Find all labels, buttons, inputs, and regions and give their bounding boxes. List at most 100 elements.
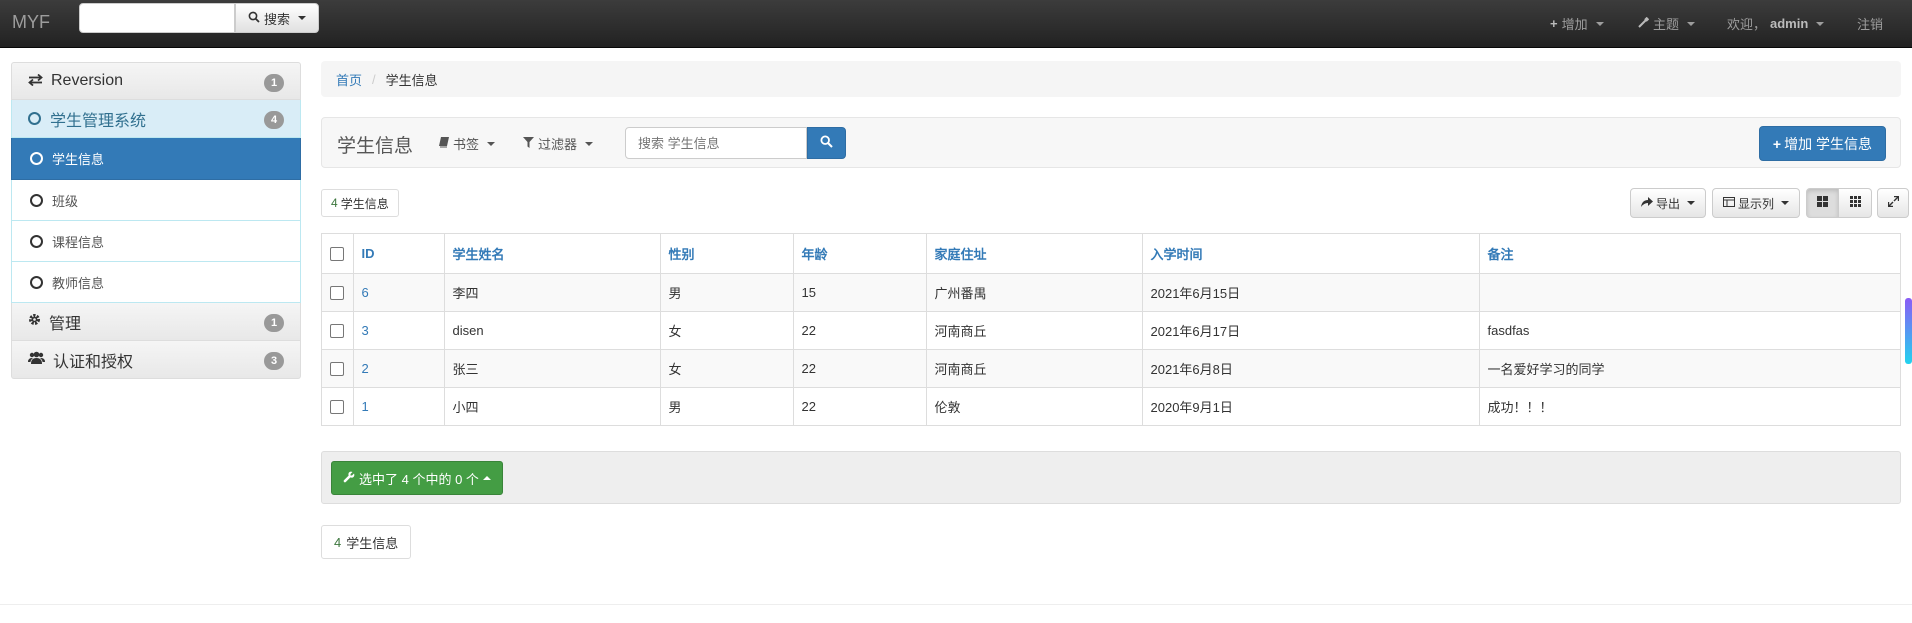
bookmarks-menu[interactable]: 书签 bbox=[439, 134, 496, 153]
row-select-cell bbox=[322, 273, 354, 312]
scroll-indicator[interactable] bbox=[1905, 298, 1912, 364]
username: admin bbox=[1770, 16, 1809, 31]
date-cell: 2021年6月8日 bbox=[1142, 349, 1480, 388]
footer-divider bbox=[0, 604, 1912, 605]
id-cell: 2 bbox=[353, 349, 445, 388]
table-row: 6 李四 男 15 广州番禺 2021年6月15日 bbox=[322, 273, 1900, 312]
chevron-down-icon bbox=[1816, 21, 1825, 26]
select-all-cell bbox=[322, 234, 354, 274]
column-header-address[interactable]: 家庭住址 bbox=[926, 234, 1143, 274]
top-navbar: MYF 搜索 + 增加 主题 欢迎， admin 注销 bbox=[0, 0, 1912, 48]
fullscreen-button[interactable] bbox=[1877, 188, 1910, 218]
id-link[interactable]: 1 bbox=[362, 399, 369, 414]
table-header-row: ID 学生姓名 性别 年龄 家庭住址 入学时间 备注 bbox=[322, 234, 1900, 274]
columns-icon bbox=[1723, 196, 1736, 210]
table-row: 2 张三 女 22 河南商丘 2021年6月8日 一名爱好学习的同学 bbox=[322, 349, 1900, 388]
row-checkbox[interactable] bbox=[330, 400, 344, 415]
add-student-button[interactable]: + 增加 学生信息 bbox=[1758, 126, 1886, 161]
circle-icon bbox=[30, 275, 43, 289]
exchange-icon bbox=[28, 73, 43, 90]
note-cell bbox=[1479, 273, 1900, 312]
share-icon bbox=[1641, 196, 1653, 210]
id-cell: 3 bbox=[353, 311, 445, 350]
grid-view-button[interactable] bbox=[1806, 188, 1840, 218]
column-header-enroll-date[interactable]: 入学时间 bbox=[1142, 234, 1480, 274]
breadcrumb-home-link[interactable]: 首页 bbox=[336, 70, 362, 89]
chevron-down-icon bbox=[298, 16, 306, 20]
sidebar-group-reversion[interactable]: Reversion 1 bbox=[11, 62, 301, 100]
select-all-checkbox[interactable] bbox=[330, 247, 344, 262]
gender-cell: 女 bbox=[660, 349, 794, 388]
brush-icon bbox=[1638, 16, 1650, 31]
row-checkbox[interactable] bbox=[330, 361, 344, 376]
table-row: 3 disen 女 22 河南商丘 2021年6月17日 fasdfas bbox=[322, 311, 1900, 350]
column-header-age[interactable]: 年龄 bbox=[793, 234, 927, 274]
age-cell: 22 bbox=[793, 387, 927, 425]
sidebar-group-auth[interactable]: 认证和授权 3 bbox=[11, 341, 301, 379]
logout-label: 注销 bbox=[1857, 17, 1884, 32]
sidebar-item-student-info[interactable]: 学生信息 bbox=[11, 138, 301, 180]
breadcrumb: 首页 / 学生信息 bbox=[321, 61, 1901, 97]
bottom-result-count: 4 学生信息 bbox=[321, 525, 412, 559]
sidebar-item-teacher[interactable]: 教师信息 bbox=[11, 262, 301, 303]
compact-view-button[interactable] bbox=[1839, 188, 1873, 218]
sidebar-group-student-system[interactable]: 学生管理系统 4 bbox=[11, 100, 301, 138]
column-header-gender[interactable]: 性别 bbox=[660, 234, 794, 274]
search-input[interactable] bbox=[625, 127, 807, 159]
column-header-id[interactable]: ID bbox=[353, 234, 445, 274]
nav-add-menu[interactable]: + 增加 bbox=[1550, 0, 1604, 47]
column-header-name[interactable]: 学生姓名 bbox=[444, 234, 661, 274]
sidebar-item-course[interactable]: 课程信息 bbox=[11, 221, 301, 262]
list-header-panel: 学生信息 书签 过滤器 + 增加 学生信息 bbox=[321, 117, 1901, 168]
count-badge: 1 bbox=[264, 74, 284, 92]
sidebar-group-label: 管理 bbox=[49, 315, 82, 333]
search-button[interactable] bbox=[807, 127, 846, 159]
id-link[interactable]: 2 bbox=[362, 361, 369, 376]
columns-button[interactable]: 显示列 bbox=[1712, 188, 1801, 218]
selected-actions-button[interactable]: 选中了 4 个中的 0 个 bbox=[331, 461, 503, 495]
filters-menu[interactable]: 过滤器 bbox=[523, 134, 594, 153]
row-select-cell bbox=[322, 311, 354, 350]
bookmarks-label: 书签 bbox=[453, 137, 480, 152]
column-header-note[interactable]: 备注 bbox=[1479, 234, 1900, 274]
chevron-up-icon bbox=[482, 476, 491, 480]
chevron-down-icon bbox=[1687, 201, 1696, 205]
row-checkbox[interactable] bbox=[330, 285, 344, 300]
nav-search-input[interactable] bbox=[79, 3, 235, 33]
count-badge: 4 bbox=[264, 111, 284, 129]
note-cell: 成功！！！ bbox=[1487, 399, 1553, 415]
sidebar-item-label: 课程信息 bbox=[52, 234, 105, 250]
breadcrumb-separator: / bbox=[372, 71, 376, 87]
date-cell: 2021年6月15日 bbox=[1142, 273, 1480, 312]
name-cell: disen bbox=[444, 311, 661, 350]
columns-label: 显示列 bbox=[1738, 196, 1775, 211]
nav-add-label: 增加 bbox=[1561, 17, 1588, 32]
brand-logo[interactable]: MYF bbox=[12, 12, 50, 33]
selected-count-label: 选中了 4 个中的 0 个 bbox=[359, 471, 479, 487]
nav-theme-menu[interactable]: 主题 bbox=[1638, 0, 1696, 47]
circle-icon bbox=[30, 234, 43, 248]
search-icon bbox=[820, 135, 833, 151]
id-link[interactable]: 3 bbox=[362, 323, 369, 338]
actions-bar: 选中了 4 个中的 0 个 bbox=[321, 451, 1901, 504]
note-cell: fasdfas bbox=[1479, 311, 1900, 350]
address-cell: 河南商丘 bbox=[926, 311, 1143, 350]
export-button[interactable]: 导出 bbox=[1630, 188, 1707, 218]
breadcrumb-current: 学生信息 bbox=[385, 72, 438, 88]
nav-search-button[interactable]: 搜索 bbox=[235, 3, 319, 33]
id-link[interactable]: 6 bbox=[362, 285, 369, 300]
th-large-icon bbox=[1817, 196, 1829, 210]
sidebar-item-class[interactable]: 班级 bbox=[11, 180, 301, 221]
gender-cell: 男 bbox=[660, 273, 794, 312]
date-cell: 2021年6月17日 bbox=[1142, 311, 1480, 350]
plus-icon: + bbox=[1772, 135, 1782, 152]
users-icon bbox=[28, 351, 45, 368]
list-toolbar: 导出 显示列 bbox=[1630, 188, 1910, 218]
nav-logout-link[interactable]: 注销 bbox=[1857, 0, 1883, 47]
row-checkbox[interactable] bbox=[330, 323, 344, 338]
nav-user-menu[interactable]: 欢迎， admin bbox=[1727, 0, 1825, 47]
row-select-cell bbox=[322, 349, 354, 388]
gear-icon bbox=[28, 313, 41, 330]
sidebar-item-label: 班级 bbox=[52, 193, 79, 209]
sidebar-group-admin[interactable]: 管理 1 bbox=[11, 303, 301, 341]
